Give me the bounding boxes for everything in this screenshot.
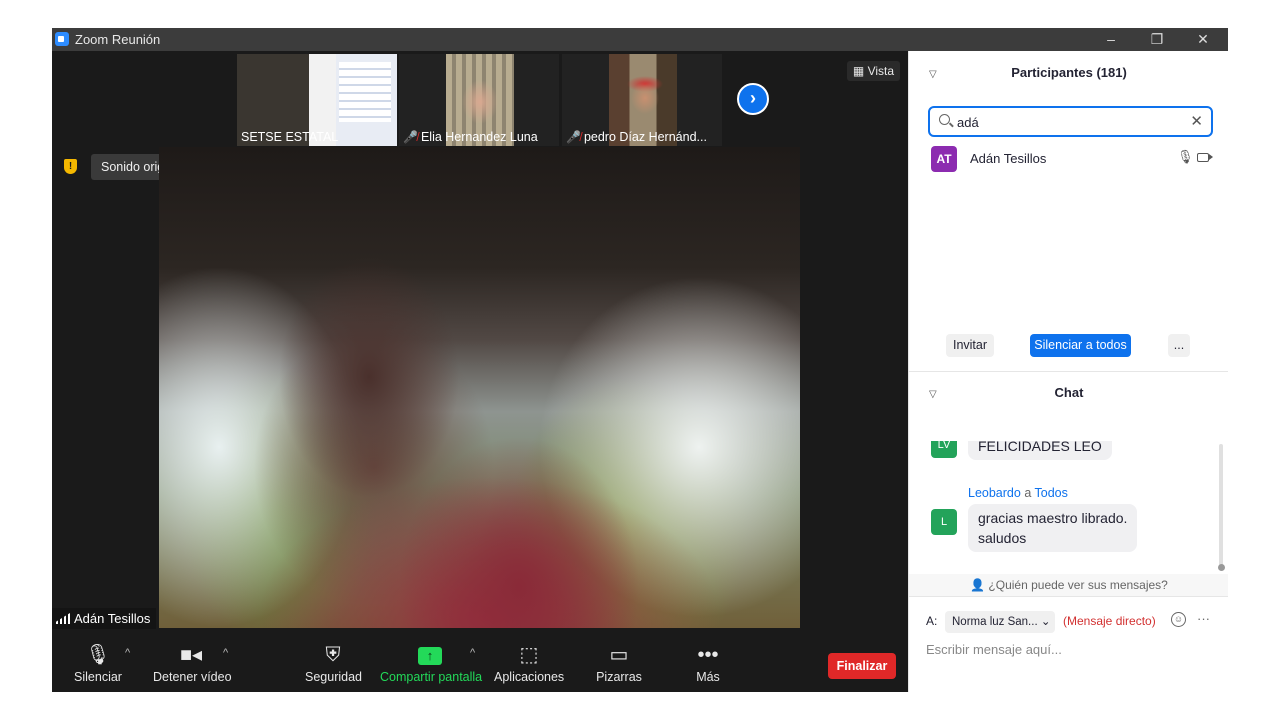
signal-strength-icon: [56, 613, 70, 624]
share-icon-wrap: ↑: [380, 641, 480, 669]
participant-search[interactable]: ✕: [928, 106, 1213, 137]
security-button[interactable]: ⛨ Seguridad: [305, 641, 362, 685]
avatar: L: [931, 509, 957, 535]
person-lock-icon: 👤: [970, 578, 986, 592]
thumbnail-name: 🎤̸ Elia Hernandez Luna: [403, 130, 538, 144]
stop-video-button[interactable]: ■◂ Detener vídeo: [153, 641, 232, 685]
avatar: AT: [931, 146, 957, 172]
security-shield-icon[interactable]: !: [64, 159, 77, 174]
thumbnail-name: SETSE ESTATAL: [241, 130, 339, 144]
participants-title: Participantes (181): [1011, 65, 1127, 80]
chat-scrollbar[interactable]: [1219, 444, 1223, 569]
to-label: A:: [926, 614, 938, 628]
share-screen-icon: ↑: [418, 646, 442, 665]
video-camera-icon: ■◂: [179, 644, 203, 666]
mute-button[interactable]: 🎙 Silenciar: [74, 641, 122, 685]
whiteboards-button[interactable]: ▭ Pizarras: [595, 641, 643, 685]
chevron-down-icon: ⌄: [1040, 616, 1051, 628]
meeting-toolbar: 🎙 Silenciar ^ ■◂ Detener vídeo ^ ⛨ Segur…: [52, 637, 908, 692]
message-line: gracias maestro librado.: [978, 510, 1128, 526]
divider: [909, 371, 1228, 372]
thumbnail-name-text: Elia Hernandez Luna: [420, 130, 538, 144]
share-options-caret-icon[interactable]: ^: [470, 647, 475, 659]
thumbnail-name: 🎤̸ pedro Díaz Hernánd...: [566, 130, 707, 144]
video-stage: SETSE ESTATAL 🎤̸ Elia Hernandez Luna 🎤̸ pe…: [52, 51, 908, 637]
chat-title: Chat: [1054, 385, 1084, 400]
sender-connector: a: [1024, 486, 1032, 500]
message-recipient[interactable]: Todos: [1035, 486, 1068, 500]
video-label: Detener vídeo: [153, 670, 232, 684]
zoom-window: Zoom Reunión – ❐ ✕ SETSE ESTATAL 🎤̸ Elia …: [52, 28, 1228, 692]
apps-label: Aplicaciones: [494, 670, 565, 684]
view-button[interactable]: ▦ Vista: [847, 61, 900, 81]
thumbnail-elia-hernandez[interactable]: 🎤̸ Elia Hernandez Luna: [399, 54, 559, 146]
divider: [909, 596, 1228, 597]
title-bar: Zoom Reunión – ❐ ✕: [52, 28, 1228, 51]
participant-search-input[interactable]: [957, 112, 1177, 132]
who-can-see-messages[interactable]: 👤 ¿Quién puede ver sus mensajes?: [909, 574, 1228, 596]
muted-mic-icon: 🎤̸: [566, 130, 581, 144]
message-sender: Leobardo a Todos: [968, 486, 1068, 500]
avatar: LV: [931, 441, 957, 458]
emoji-icon[interactable]: ☺: [1171, 612, 1186, 627]
end-meeting-button[interactable]: Finalizar: [828, 653, 896, 679]
microphone-icon[interactable]: 🎙: [1177, 149, 1194, 165]
document-preview: [339, 62, 391, 122]
whiteboard-icon: ▭: [609, 644, 629, 666]
close-window-button[interactable]: ✕: [1189, 30, 1217, 48]
speaker-name-label: Adán Tesillos: [52, 608, 157, 629]
chat-message: gracias maestro librado. saludos: [968, 504, 1138, 552]
participants-header: ▽ Participantes (181): [909, 63, 1228, 83]
recipient-name: Norma luz San...: [952, 616, 1038, 628]
collapse-chat-icon[interactable]: ▽: [929, 385, 937, 405]
participant-row[interactable]: AT Adán Tesillos 🎙: [931, 146, 1216, 172]
chat-more-icon[interactable]: ···: [1197, 611, 1210, 626]
more-label: Más: [696, 670, 720, 684]
thumbnail-pedro-diaz[interactable]: 🎤̸ pedro Díaz Hernánd...: [562, 54, 722, 146]
recipient-dropdown[interactable]: Norma luz San... ⌄: [945, 611, 1055, 633]
message-line: saludos: [978, 530, 1027, 546]
direct-message-label: (Mensaje directo): [1063, 614, 1156, 628]
security-label: Seguridad: [305, 670, 362, 684]
clear-search-icon[interactable]: ✕: [1190, 112, 1203, 132]
restore-button[interactable]: ❐: [1143, 30, 1171, 48]
chat-message-input[interactable]: [926, 639, 1216, 659]
participants-more-button[interactable]: ...: [1168, 334, 1190, 357]
speaker-name-text: Adán Tesillos: [74, 611, 151, 626]
video-options-caret-icon[interactable]: ^: [223, 647, 228, 659]
more-dots-icon: •••: [697, 644, 719, 666]
more-button[interactable]: ••• Más: [690, 641, 726, 685]
search-icon: [939, 114, 950, 125]
mute-label: Silenciar: [74, 670, 122, 684]
scrollbar-thumb[interactable]: [1218, 564, 1225, 571]
video-camera-icon[interactable]: [1197, 153, 1213, 162]
share-label: Compartir pantalla: [380, 670, 483, 684]
whiteboards-label: Pizarras: [596, 670, 642, 684]
microphone-icon: 🎙: [85, 644, 111, 666]
next-page-arrow-icon[interactable]: ›: [737, 83, 769, 115]
thumbnail-setse-estatal[interactable]: SETSE ESTATAL: [237, 54, 397, 146]
active-speaker-video: [159, 147, 800, 628]
invite-button[interactable]: Invitar: [946, 334, 994, 357]
thumbnail-name-text: pedro Díaz Hernánd...: [583, 130, 707, 144]
share-screen-button[interactable]: ↑ Compartir pantalla: [380, 641, 483, 685]
apps-button[interactable]: ⬚ Aplicaciones: [494, 641, 564, 685]
view-label: Vista: [867, 64, 895, 78]
window-title: Zoom Reunión: [75, 32, 161, 47]
chat-header: ▽ Chat: [909, 383, 1228, 403]
collapse-participants-icon[interactable]: ▽: [929, 65, 937, 85]
chat-message: FELICIDADES LEO: [968, 441, 1112, 460]
minimize-button[interactable]: –: [1097, 30, 1125, 48]
zoom-app-icon: [55, 32, 69, 46]
sender-name[interactable]: Leobardo: [968, 486, 1021, 500]
who-sees-label: ¿Quién puede ver sus mensajes?: [988, 578, 1168, 592]
participant-name: Adán Tesillos: [970, 151, 1047, 166]
chat-messages: LV FELICIDADES LEO Leobardo a Todos L gr…: [909, 441, 1228, 591]
shield-icon: ⛨: [325, 644, 341, 666]
side-panel: ▽ Participantes (181) ✕ AT Adán Tesillos…: [908, 51, 1228, 692]
apps-icon: ⬚: [519, 644, 539, 666]
muted-mic-icon: 🎤̸: [403, 130, 418, 144]
mute-all-button[interactable]: Silenciar a todos: [1030, 334, 1131, 357]
audio-options-caret-icon[interactable]: ^: [125, 647, 130, 659]
